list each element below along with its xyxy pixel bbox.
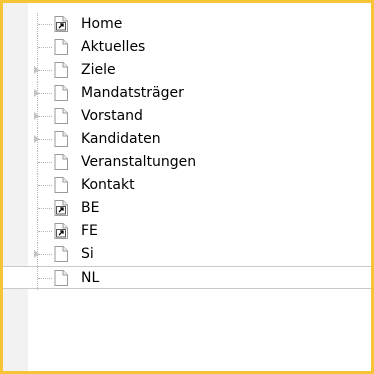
expand-arrow-icon[interactable] (34, 89, 39, 97)
tree-item-label[interactable]: Kandidaten (81, 131, 161, 148)
page-icon[interactable] (54, 177, 68, 193)
expand-arrow-icon[interactable] (34, 66, 39, 74)
page-icon[interactable] (54, 108, 68, 124)
tree-connector-horizontal (38, 231, 52, 232)
expand-arrow-icon[interactable] (34, 112, 39, 120)
page-icon[interactable] (54, 246, 68, 262)
tree-item-label[interactable]: NL (81, 270, 99, 287)
tree-item-label[interactable]: Ziele (81, 62, 116, 79)
tree-item-label[interactable]: Vorstand (81, 108, 143, 125)
tree-connector-horizontal (38, 70, 52, 71)
tree-item-3[interactable]: Mandatsträger (3, 82, 371, 105)
tree-item-2[interactable]: Ziele (3, 59, 371, 82)
page-shortcut-icon[interactable] (54, 16, 68, 32)
tree-item-label[interactable]: Kontakt (81, 177, 135, 194)
tree-item-label[interactable]: Aktuelles (81, 39, 145, 56)
page-icon[interactable] (54, 85, 68, 101)
page-icon[interactable] (54, 39, 68, 55)
tree-item-label[interactable]: BE (81, 200, 99, 217)
tree-item-1[interactable]: Aktuelles (3, 36, 371, 59)
tree-item-6[interactable]: Veranstaltungen (3, 151, 371, 174)
tree-item-label[interactable]: Si (81, 246, 94, 263)
page-shortcut-icon[interactable] (54, 223, 68, 239)
tree-item-11[interactable]: NL (3, 266, 371, 290)
tree-connector-horizontal (38, 93, 52, 94)
tree-connector-horizontal (38, 47, 52, 48)
page-icon[interactable] (54, 154, 68, 170)
page-icon[interactable] (54, 62, 68, 78)
tree-connector-horizontal (38, 162, 52, 163)
tree-item-label[interactable]: Mandatsträger (81, 85, 184, 102)
page-icon[interactable] (54, 270, 68, 286)
tree-item-9[interactable]: FE (3, 220, 371, 243)
tree-connector-horizontal (38, 139, 52, 140)
tree-item-label[interactable]: Veranstaltungen (81, 154, 196, 171)
tree-connector-horizontal (38, 278, 52, 279)
tree-connector-horizontal (38, 208, 52, 209)
expand-arrow-icon[interactable] (34, 135, 39, 143)
tree-item-4[interactable]: Vorstand (3, 105, 371, 128)
tree-connector-horizontal (38, 24, 52, 25)
page-icon[interactable] (54, 131, 68, 147)
tree-connector-horizontal (38, 254, 52, 255)
expand-arrow-icon[interactable] (34, 250, 39, 258)
page-shortcut-icon[interactable] (54, 200, 68, 216)
tree-item-7[interactable]: Kontakt (3, 174, 371, 197)
tree-item-label[interactable]: FE (81, 223, 98, 240)
tree-item-0[interactable]: Home (3, 13, 371, 36)
page-tree-panel: Home Aktuelles Ziele Mandatsträger Vorstand K… (0, 0, 374, 374)
tree-item-8[interactable]: BE (3, 197, 371, 220)
tree-item-10[interactable]: Si (3, 243, 371, 266)
tree-item-label[interactable]: Home (81, 16, 122, 33)
tree-connector-horizontal (38, 116, 52, 117)
tree-connector-horizontal (38, 185, 52, 186)
tree-item-5[interactable]: Kandidaten (3, 128, 371, 151)
